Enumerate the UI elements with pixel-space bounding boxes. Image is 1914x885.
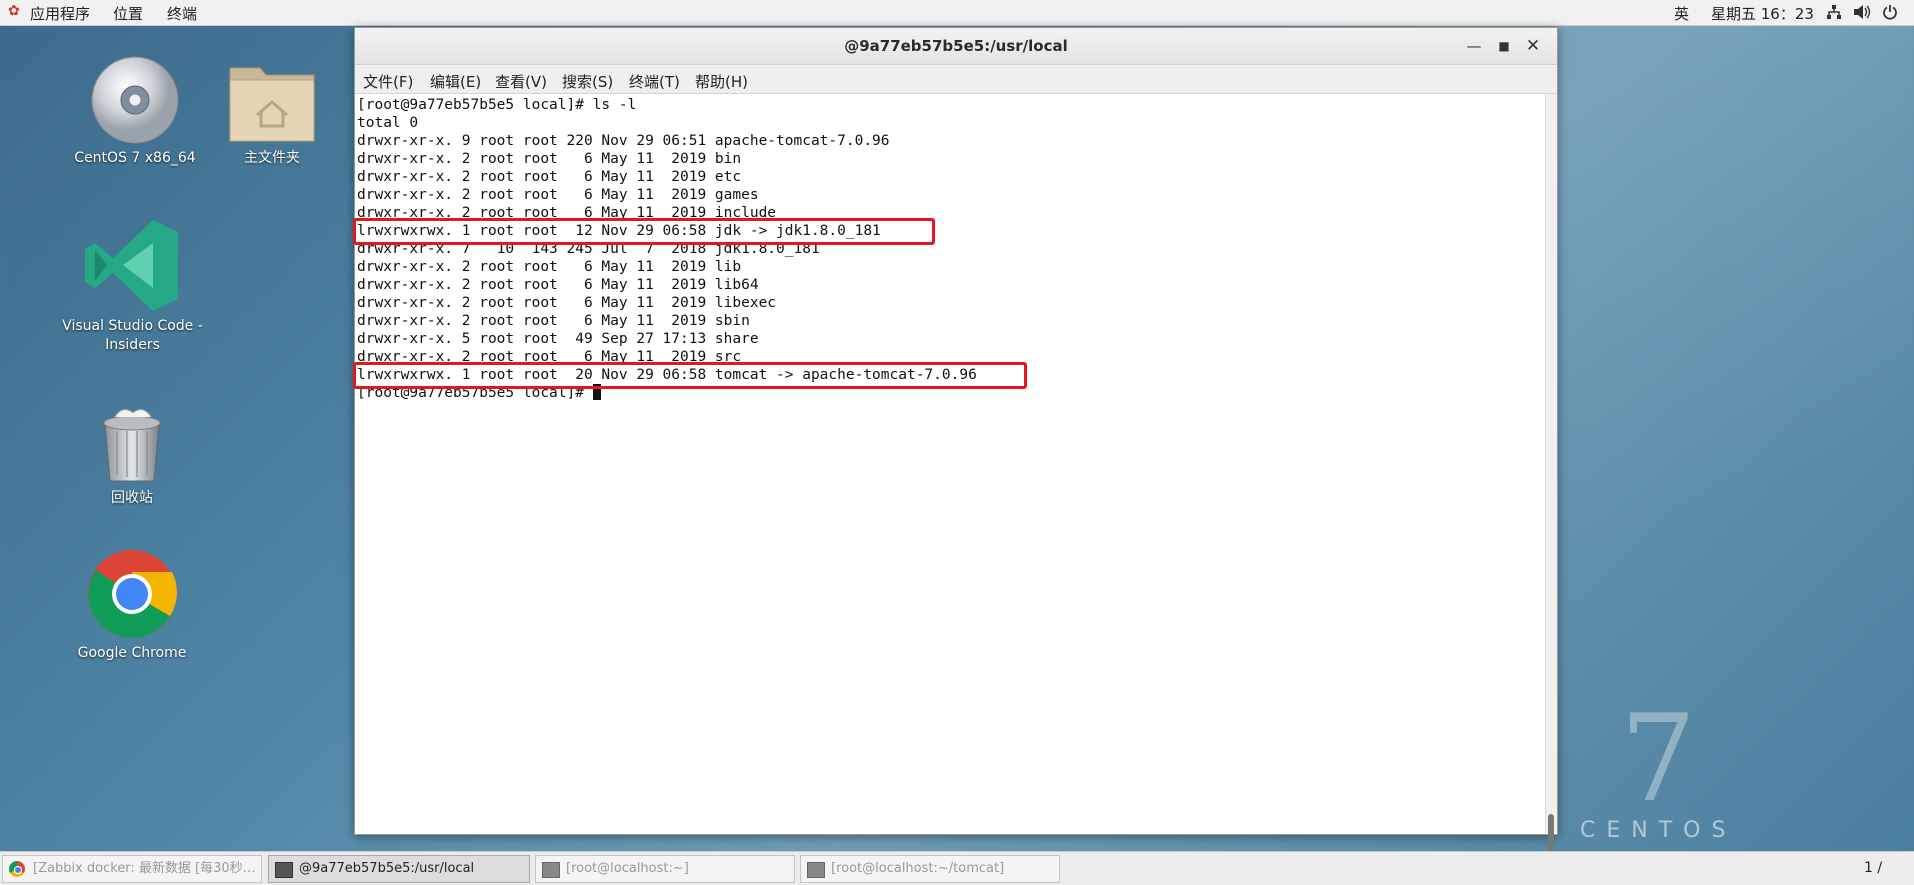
- desktop-icon-label: Google Chrome: [77, 645, 187, 661]
- terminal-line: drwxr-xr-x. 5 root root 49 Sep 27 17:13 …: [357, 331, 759, 347]
- terminal-output[interactable]: [root@9a77eb57b5e5 local]# ls -l total 0…: [353, 94, 1546, 833]
- task-label: [root@localhost:~/tomcat]: [831, 861, 1005, 876]
- desktop-icon-chrome[interactable]: Google Chrome: [72, 548, 192, 663]
- chrome-icon: [88, 550, 177, 638]
- desktop-icon-label: Visual Studio Code - Insiders: [62, 318, 203, 353]
- vscode-icon: [84, 220, 178, 311]
- apps-menu-icon[interactable]: ✿: [8, 3, 20, 19]
- menu-file[interactable]: 文件(F): [363, 71, 413, 92]
- input-method-indicator[interactable]: 英: [1674, 3, 1689, 24]
- window-title: @9a77eb57b5e5:/usr/local: [844, 37, 1068, 55]
- terminal-icon: [807, 862, 825, 878]
- terminal-line: total 0: [357, 115, 419, 131]
- places-menu[interactable]: 位置: [113, 3, 143, 24]
- minimize-button[interactable]: —: [1463, 35, 1485, 57]
- wallpaper-word: CENTOS: [1580, 818, 1737, 843]
- desktop-icon-trash[interactable]: 回收站: [82, 405, 182, 508]
- menu-edit[interactable]: 编辑(E): [430, 71, 481, 92]
- task-label: @9a77eb57b5e5:/usr/local: [299, 861, 475, 876]
- desktop-icon-vscode[interactable]: Visual Studio Code - Insiders: [60, 218, 205, 355]
- desktop-icon-label: 回收站: [111, 490, 153, 506]
- terminal-icon: [542, 862, 560, 878]
- home-folder-icon: [229, 67, 315, 142]
- task-label: [root@localhost:~]: [566, 861, 689, 876]
- terminal-line: drwxr-xr-x. 2 root root 6 May 11 2019 ga…: [357, 187, 759, 203]
- menu-view[interactable]: 查看(V): [495, 71, 547, 92]
- menu-search[interactable]: 搜索(S): [562, 71, 613, 92]
- terminal-line: drwxr-xr-x. 2 root root 6 May 11 2019 li…: [357, 295, 777, 311]
- maximize-button[interactable]: ■: [1493, 35, 1515, 57]
- terminal-line: drwxr-xr-x. 2 root root 6 May 11 2019 li…: [357, 277, 759, 293]
- terminal-scrollbar[interactable]: [1545, 94, 1557, 854]
- top-panel: ✿ 应用程序 位置 终端 英 星期五 16：23: [0, 0, 1914, 26]
- task-terminal-tomcat[interactable]: [root@localhost:~/tomcat]: [800, 855, 1060, 883]
- menu-bar: 文件(F) 编辑(E) 查看(V) 搜索(S) 终端(T) 帮助(H): [355, 65, 1557, 94]
- wallpaper-number: 7: [1620, 690, 1697, 829]
- chrome-icon: [9, 861, 25, 877]
- close-button[interactable]: ✕: [1522, 35, 1544, 57]
- network-icon[interactable]: [1826, 4, 1842, 24]
- menu-help[interactable]: 帮助(H): [695, 71, 748, 92]
- terminal-line: [root@9a77eb57b5e5 local]# ls -l: [357, 97, 637, 113]
- disc-icon: [91, 56, 179, 144]
- workspace-pager[interactable]: 1 /: [1864, 860, 1882, 876]
- scrollbar-thumb[interactable]: [1548, 814, 1554, 854]
- highlight-box-jdk: [353, 218, 935, 245]
- terminal-line: drwxr-xr-x. 2 root root 6 May 11 2019 et…: [357, 169, 742, 185]
- volume-icon[interactable]: [1853, 4, 1871, 24]
- terminal-window: @9a77eb57b5e5:/usr/local — ■ ✕ 文件(F) 编辑(…: [353, 27, 1558, 854]
- desktop-icon-label: CentOS 7 x86_64: [74, 150, 196, 166]
- task-zabbix-chrome[interactable]: [Zabbix docker: 最新数据 [每30秒…: [2, 855, 262, 883]
- applications-menu[interactable]: 应用程序: [30, 3, 90, 24]
- desktop-icon-home-folder[interactable]: 主文件夹: [212, 60, 332, 168]
- desktop-icon-label: 主文件夹: [244, 150, 300, 166]
- desktop-icon-centos-disc[interactable]: CentOS 7 x86_64: [70, 55, 200, 168]
- task-terminal-usr-local[interactable]: @9a77eb57b5e5:/usr/local: [268, 855, 530, 883]
- terminal-line: drwxr-xr-x. 2 root root 6 May 11 2019 sb…: [357, 313, 750, 329]
- highlight-box-tomcat: [353, 362, 1027, 389]
- menu-terminal[interactable]: 终端(T): [629, 71, 680, 92]
- bottom-taskbar: [Zabbix docker: 最新数据 [每30秒… @9a77eb57b5e…: [0, 851, 1914, 885]
- trash-icon: [103, 409, 161, 482]
- task-terminal-localhost[interactable]: [root@localhost:~]: [535, 855, 795, 883]
- terminal-icon: [275, 862, 293, 878]
- terminal-line: drwxr-xr-x. 2 root root 6 May 11 2019 bi…: [357, 151, 742, 167]
- task-label: [Zabbix docker: 最新数据 [每30秒…: [33, 861, 256, 876]
- terminal-menu[interactable]: 终端: [167, 3, 197, 24]
- terminal-line: drwxr-xr-x. 9 root root 220 Nov 29 06:51…: [357, 133, 890, 149]
- window-titlebar[interactable]: @9a77eb57b5e5:/usr/local — ■ ✕: [355, 28, 1557, 65]
- terminal-line: drwxr-xr-x. 2 root root 6 May 11 2019 li…: [357, 259, 742, 275]
- clock[interactable]: 星期五 16：23: [1711, 3, 1814, 24]
- power-icon[interactable]: [1882, 4, 1898, 24]
